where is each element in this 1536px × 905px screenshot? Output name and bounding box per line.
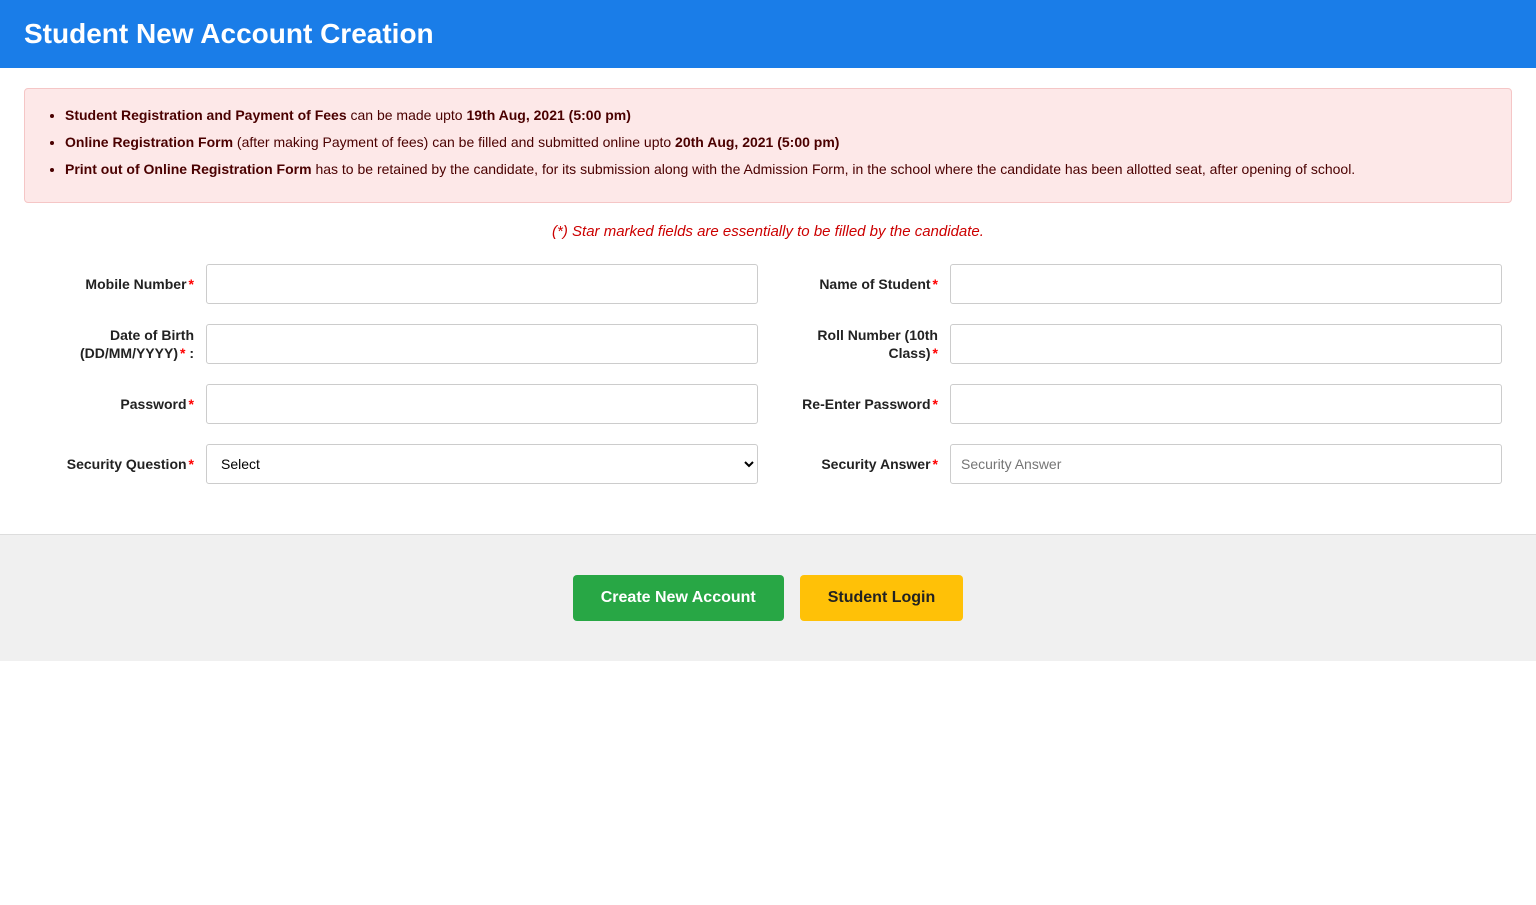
- form-row-3: Password* Re-Enter Password*: [34, 384, 1502, 424]
- page-header: Student New Account Creation: [0, 0, 1536, 68]
- reenter-password-input[interactable]: [950, 384, 1502, 424]
- password-group: Password*: [34, 384, 758, 424]
- mobile-number-group: Mobile Number*: [34, 264, 758, 304]
- reenter-password-group: Re-Enter Password*: [778, 384, 1502, 424]
- password-label: Password*: [34, 396, 194, 412]
- mobile-number-label: Mobile Number*: [34, 276, 194, 292]
- security-answer-input[interactable]: [950, 444, 1502, 484]
- name-of-student-input[interactable]: [950, 264, 1502, 304]
- notice-item-3: Print out of Online Registration Form ha…: [65, 159, 1491, 180]
- dob-input[interactable]: [206, 324, 758, 364]
- security-question-select[interactable]: Select What is your pet name? What is yo…: [206, 444, 758, 484]
- create-account-button[interactable]: Create New Account: [573, 575, 784, 621]
- dob-label: Date of Birth(DD/MM/YYYY)* :: [34, 326, 194, 362]
- security-question-group: Security Question* Select What is your p…: [34, 444, 758, 484]
- main-content: Student Registration and Payment of Fees…: [0, 68, 1536, 524]
- name-of-student-label: Name of Student*: [778, 276, 938, 292]
- security-question-label: Security Question*: [34, 456, 194, 472]
- mobile-number-input[interactable]: [206, 264, 758, 304]
- name-of-student-group: Name of Student*: [778, 264, 1502, 304]
- notice-box: Student Registration and Payment of Fees…: [24, 88, 1512, 203]
- notice-item-2: Online Registration Form (after making P…: [65, 132, 1491, 153]
- roll-number-label: Roll Number (10thClass)*: [778, 326, 938, 362]
- star-note: (*) Star marked fields are essentially t…: [24, 223, 1512, 240]
- form-row-2: Date of Birth(DD/MM/YYYY)* : Roll Number…: [34, 324, 1502, 364]
- notice-item-1: Student Registration and Payment of Fees…: [65, 105, 1491, 126]
- security-answer-label: Security Answer*: [778, 456, 938, 472]
- form-row-1: Mobile Number* Name of Student*: [34, 264, 1502, 304]
- security-answer-group: Security Answer*: [778, 444, 1502, 484]
- password-input[interactable]: [206, 384, 758, 424]
- footer-actions: Create New Account Student Login: [0, 535, 1536, 661]
- dob-group: Date of Birth(DD/MM/YYYY)* :: [34, 324, 758, 364]
- roll-number-group: Roll Number (10thClass)*: [778, 324, 1502, 364]
- reenter-password-label: Re-Enter Password*: [778, 396, 938, 412]
- form-row-4: Security Question* Select What is your p…: [34, 444, 1502, 484]
- page-title: Student New Account Creation: [24, 18, 1512, 50]
- roll-number-input[interactable]: [950, 324, 1502, 364]
- registration-form: Mobile Number* Name of Student* Date of …: [24, 264, 1512, 484]
- student-login-button[interactable]: Student Login: [800, 575, 964, 621]
